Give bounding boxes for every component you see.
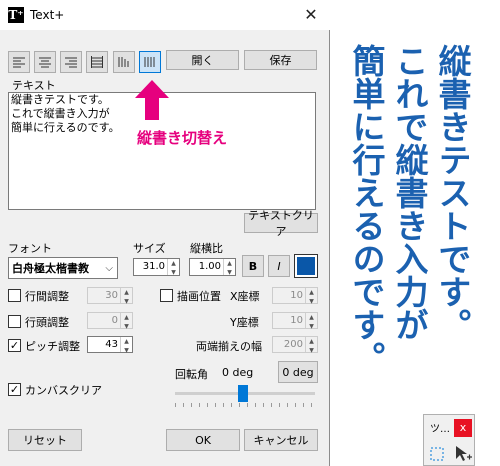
size-label: サイズ — [133, 242, 166, 255]
annotation-text: 縦書き切替え — [137, 129, 228, 147]
y-stepper[interactable]: 10 ▲ ▼ — [272, 312, 318, 330]
pitch-value: 43 — [105, 339, 118, 350]
x-stepper[interactable]: 10 ▲ ▼ — [272, 287, 318, 305]
selection-rect-icon[interactable] — [430, 447, 444, 461]
align-left-icon — [13, 57, 25, 68]
align-right-icon — [65, 57, 77, 68]
ratio-stepper[interactable]: 1.00 ▲ ▼ — [189, 258, 236, 276]
chevron-down-icon: ⌵ — [105, 263, 113, 274]
line-spacing-value: 30 — [105, 290, 118, 301]
y-label: Y座標 — [230, 316, 259, 329]
rotation-label: 回転角 — [175, 368, 208, 381]
pointer-add-icon[interactable] — [454, 445, 472, 463]
vertical-mode-button[interactable] — [139, 51, 161, 73]
width-value: 200 — [283, 339, 303, 350]
text-label: テキスト — [12, 79, 56, 92]
align-center-icon — [39, 57, 51, 68]
text-plus-dialog: T⁺ Text+ ✕ 開く 保存 テキスト 縦書きテストです。 これで縦書き入力… — [0, 0, 330, 466]
stepper-arrows-icon[interactable]: ▲ ▼ — [120, 288, 132, 305]
stepper-arrows-icon[interactable]: ▲ ▼ — [305, 337, 317, 354]
vertical-text-column: 縦書きテストです。 — [433, 44, 472, 341]
stepper-arrows-icon[interactable]: ▲ ▼ — [120, 337, 132, 354]
cancel-button[interactable]: キャンセル — [244, 429, 318, 451]
ratio-label: 縦横比 — [190, 242, 223, 255]
font-label: フォント — [8, 242, 52, 255]
line-head-checkbox[interactable] — [8, 315, 21, 328]
close-icon[interactable]: ✕ — [292, 0, 330, 30]
open-button[interactable]: 開く — [166, 50, 239, 70]
font-select[interactable]: 白舟極太楷書教 ⌵ — [8, 257, 118, 279]
reset-button[interactable]: リセット — [8, 429, 82, 451]
x-value: 10 — [290, 290, 303, 301]
mini-palette-title: ツ… — [430, 424, 450, 435]
line-head-value: 0 — [111, 315, 118, 326]
canvas-clear-checkbox[interactable]: ✓ — [8, 383, 21, 396]
pitch-stepper[interactable]: 43 ▲ ▼ — [87, 336, 133, 354]
color-swatch — [297, 257, 315, 275]
rotation-slider-ticks — [175, 403, 315, 407]
draw-position-checkbox[interactable] — [160, 289, 173, 302]
line-spacing-stepper[interactable]: 30 ▲ ▼ — [87, 287, 133, 305]
title-bar: T⁺ Text+ ✕ — [0, 0, 330, 30]
stepper-arrows-icon[interactable]: ▲ ▼ — [305, 288, 317, 305]
align-justify-button[interactable] — [86, 51, 108, 73]
window-title: Text+ — [30, 8, 65, 22]
canvas-clear-label: カンバスクリア — [25, 384, 102, 397]
line-spacing-label: 行間調整 — [25, 290, 69, 303]
vertical-text-column: これで縦書き入力が — [390, 44, 429, 341]
stepper-arrows-icon[interactable]: ▲ ▼ — [223, 259, 235, 276]
rotation-reset-button[interactable]: 0 deg — [278, 361, 318, 383]
rotation-slider-thumb[interactable] — [238, 385, 248, 402]
x-label: X座標 — [230, 290, 260, 303]
canvas-area: 縦書きテストです。 これで縦書き入力が 簡単に行えるのです。 — [331, 0, 500, 466]
line-head-stepper[interactable]: 0 ▲ ▼ — [87, 312, 133, 330]
align-justify-icon — [91, 56, 103, 68]
draw-position-label: 描画位置 — [177, 290, 221, 303]
align-center-button[interactable] — [34, 51, 56, 73]
stepper-arrows-icon[interactable]: ▲ ▼ — [167, 259, 179, 276]
stepper-arrows-icon[interactable]: ▲ ▼ — [305, 313, 317, 330]
vertical-text-icon — [144, 57, 155, 67]
pitch-label: ピッチ調整 — [25, 340, 80, 353]
align-left-button[interactable] — [8, 51, 30, 73]
bold-button[interactable]: B — [242, 255, 264, 277]
width-stepper[interactable]: 200 ▲ ▼ — [272, 336, 318, 354]
ratio-value: 1.00 — [198, 261, 221, 272]
app-logo-icon: T⁺ — [8, 7, 24, 23]
align-right-button[interactable] — [60, 51, 82, 73]
italic-button[interactable]: I — [268, 255, 290, 277]
line-head-label: 行頭調整 — [25, 316, 69, 329]
rotation-value: 0 deg — [222, 366, 254, 379]
save-button[interactable]: 保存 — [244, 50, 317, 70]
vertical-text-column: 簡単に行えるのです。 — [347, 44, 386, 374]
width-label: 両端揃えの幅 — [196, 340, 262, 353]
stepper-arrows-icon[interactable]: ▲ ▼ — [120, 313, 132, 330]
annotation-arrow-icon — [135, 80, 169, 120]
font-select-value: 白舟極太楷書教 — [12, 262, 89, 275]
color-button[interactable] — [294, 254, 318, 278]
size-stepper[interactable]: 31.0 ▲ ▼ — [133, 258, 180, 276]
text-clear-button[interactable]: テキストクリア — [244, 209, 318, 238]
horizontal-text-icon — [118, 57, 129, 67]
line-spacing-checkbox[interactable] — [8, 289, 21, 302]
horizontal-mode-button[interactable] — [113, 51, 135, 73]
y-value: 10 — [290, 315, 303, 326]
pitch-checkbox[interactable]: ✓ — [8, 339, 21, 352]
size-value: 31.0 — [142, 261, 165, 272]
close-icon[interactable]: x — [454, 419, 472, 437]
mini-tool-palette: ツ… x — [423, 414, 475, 466]
ok-button[interactable]: OK — [166, 429, 240, 451]
